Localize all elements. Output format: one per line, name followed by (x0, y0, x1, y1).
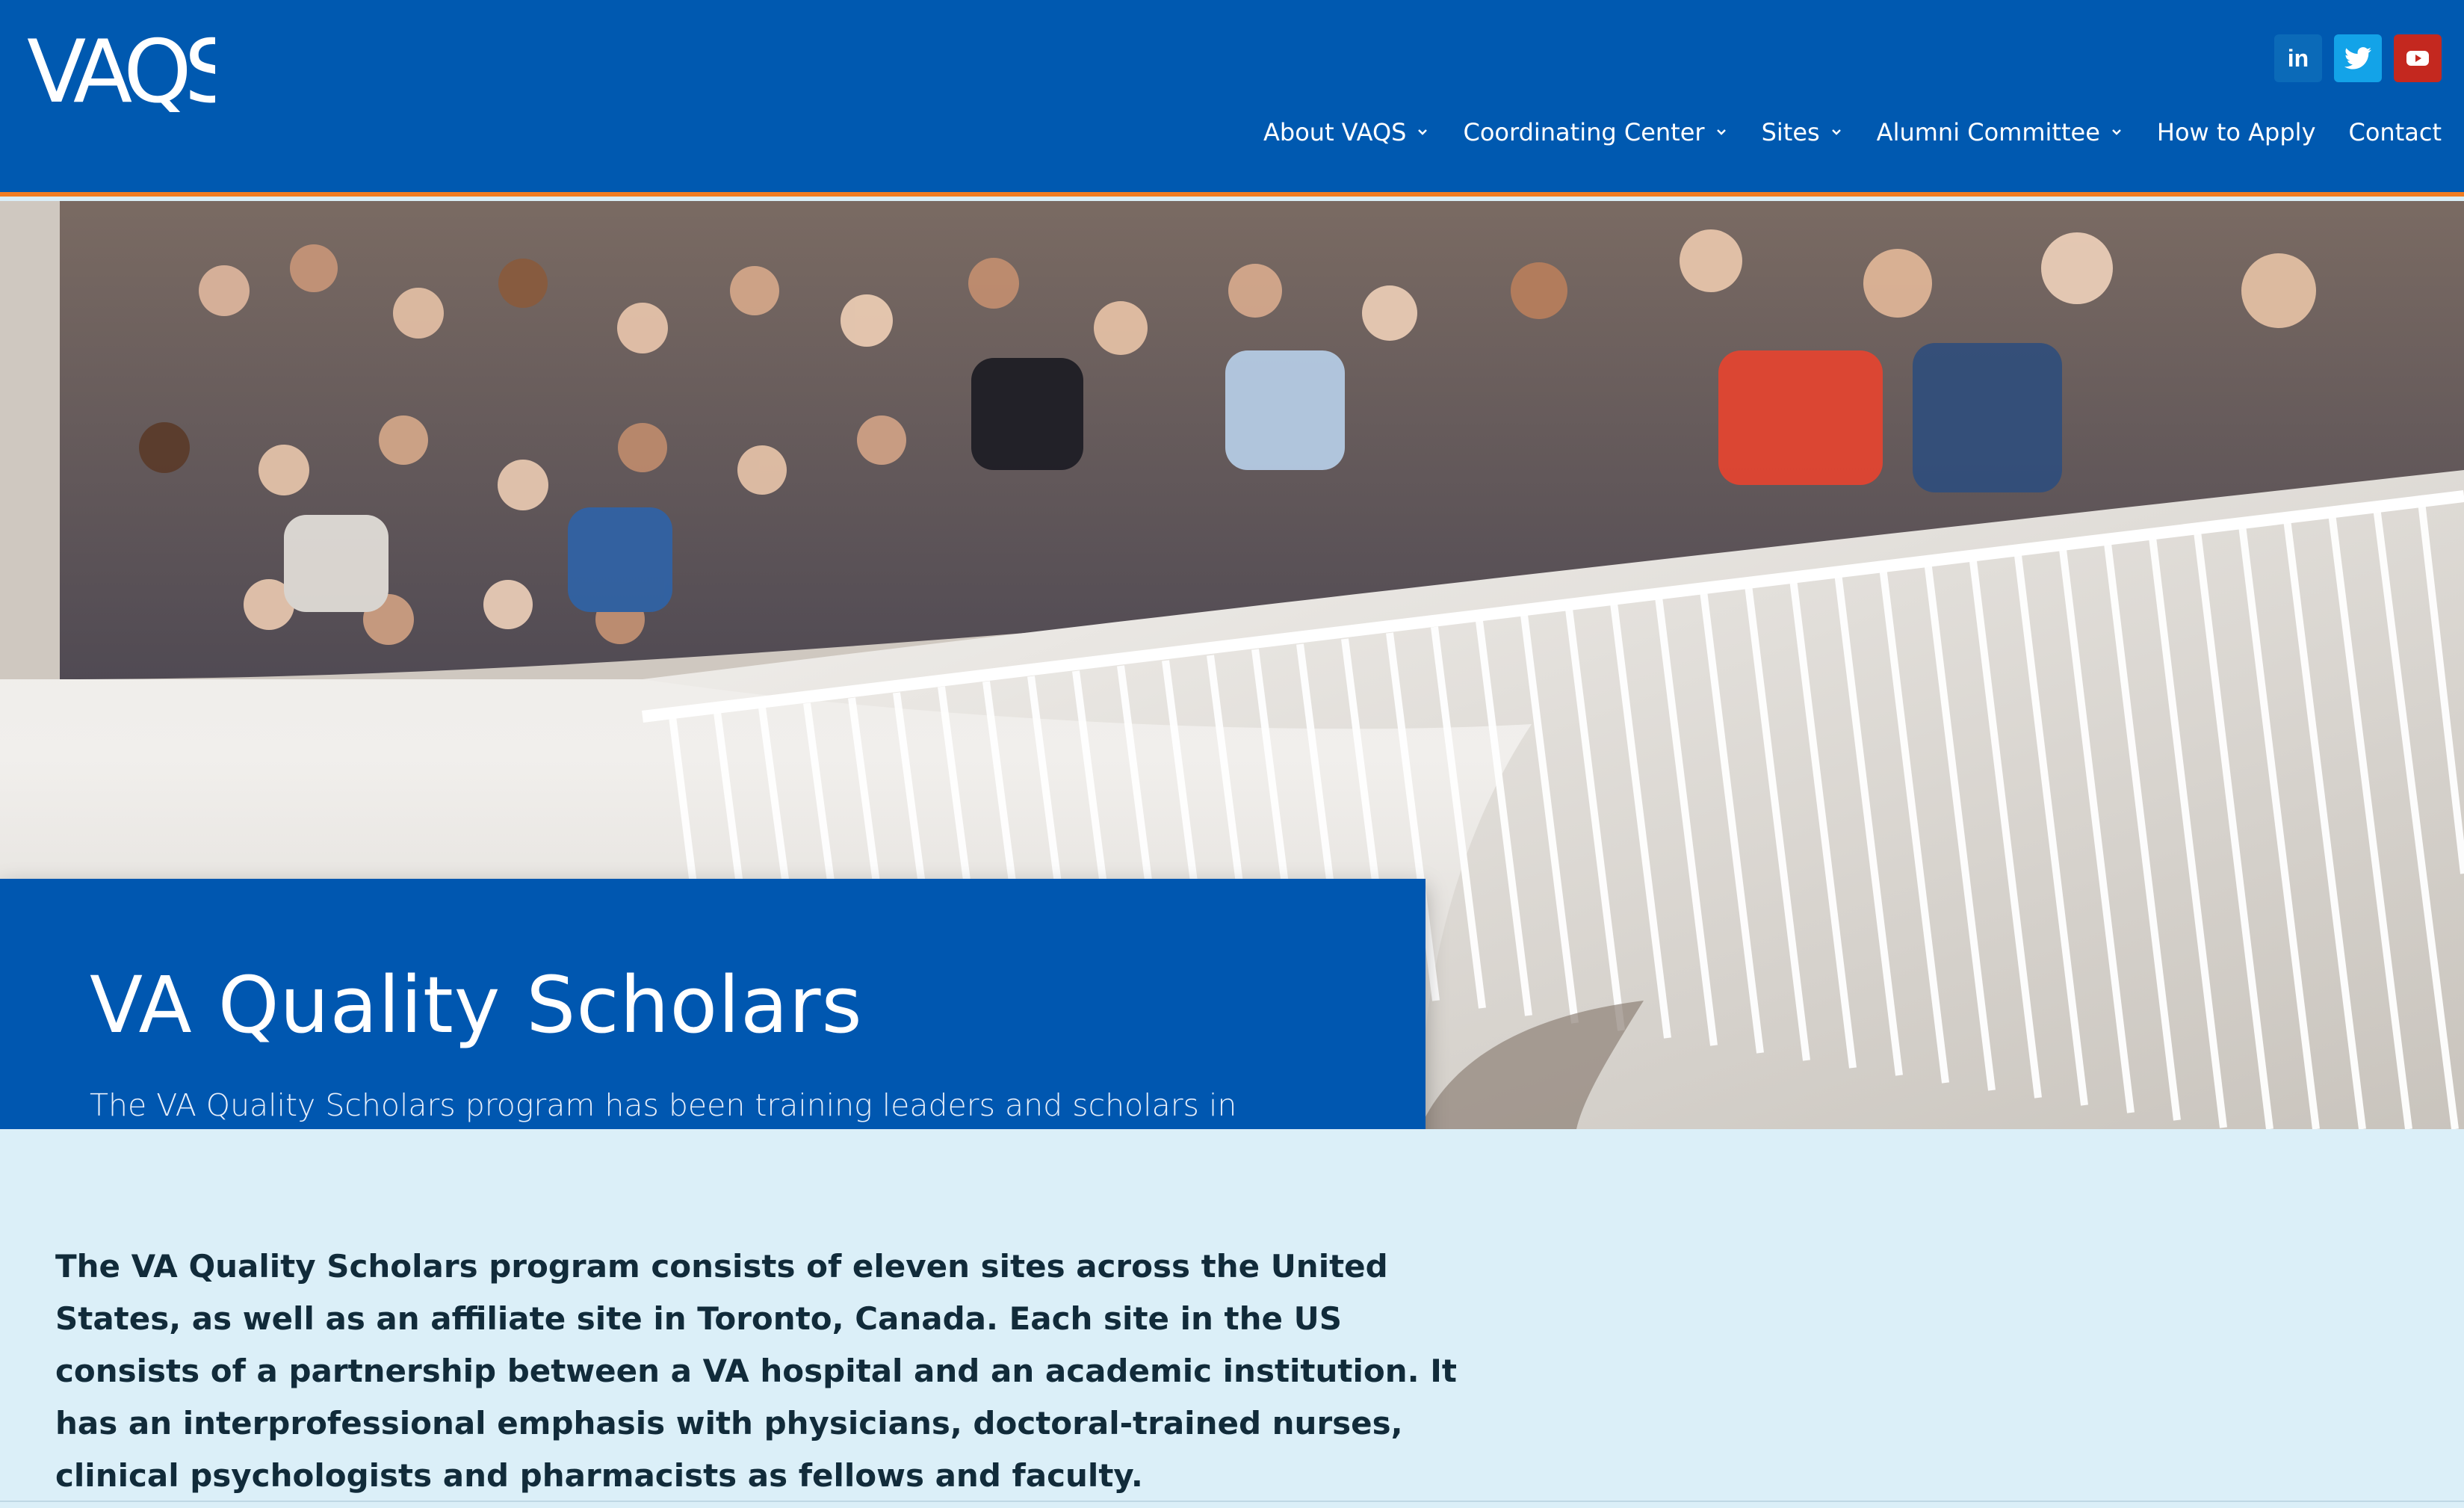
twitter-button[interactable] (2334, 34, 2382, 82)
nav-label: How to Apply (2156, 118, 2316, 146)
site-header: VAQS in About VAQS Coordinating Center S… (0, 0, 2464, 197)
nav-item-contact[interactable]: Contact (2349, 118, 2442, 146)
intro-paragraph: The VA Quality Scholars program consists… (55, 1248, 1457, 1494)
main-nav: About VAQS Coordinating Center Sites Alu… (1263, 118, 2442, 146)
chevron-down-icon (2112, 129, 2121, 135)
nav-item-about[interactable]: About VAQS (1263, 118, 1430, 146)
nav-item-coordinating-center[interactable]: Coordinating Center (1463, 118, 1728, 146)
hero-description: The VA Quality Scholars program has been… (90, 1087, 1237, 1123)
chevron-down-icon (1831, 129, 1841, 135)
nav-item-sites[interactable]: Sites (1762, 118, 1844, 146)
logo-text: VAQS (27, 28, 215, 112)
chevron-down-icon (1418, 129, 1428, 135)
youtube-play-icon (2406, 51, 2429, 66)
youtube-button[interactable] (2394, 34, 2442, 82)
hero-section: VA Quality Scholars The VA Quality Schol… (0, 201, 2464, 1129)
section-divider (0, 1501, 2464, 1502)
nav-item-how-to-apply[interactable]: How to Apply (2157, 118, 2316, 146)
hero-title: VA Quality Scholars (90, 960, 863, 1051)
nav-label: Sites (1761, 118, 1820, 146)
nav-label: Contact (2348, 118, 2442, 146)
linkedin-icon: in (2287, 44, 2309, 72)
linkedin-button[interactable]: in (2274, 34, 2322, 82)
vaqs-logo[interactable]: VAQS (27, 22, 243, 123)
nav-label: Coordinating Center (1463, 118, 1705, 146)
social-links: in (2274, 34, 2442, 82)
nav-label: About VAQS (1263, 118, 1407, 146)
chevron-down-icon (1716, 129, 1726, 135)
twitter-bird-icon (2344, 47, 2371, 69)
hero-card: VA Quality Scholars The VA Quality Schol… (0, 879, 1426, 1129)
vaqs-logo-mark: VAQS (27, 22, 243, 123)
nav-item-alumni-committee[interactable]: Alumni Committee (1877, 118, 2124, 146)
nav-label: Alumni Committee (1876, 118, 2100, 146)
